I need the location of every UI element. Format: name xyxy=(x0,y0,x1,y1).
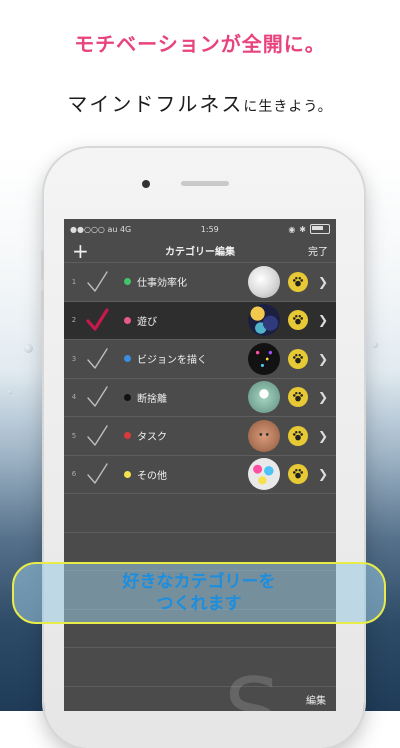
volume-button xyxy=(41,250,44,280)
water-drop xyxy=(8,390,12,394)
battery-icon xyxy=(310,224,330,234)
category-color-dot xyxy=(124,393,131,401)
checkmark-icon[interactable] xyxy=(84,384,110,410)
camera-icon xyxy=(142,180,150,188)
category-label: タスク xyxy=(137,432,167,444)
speaker-grille xyxy=(181,181,229,186)
category-color-dot xyxy=(124,278,131,286)
category-row[interactable]: 5 タスク ❯ xyxy=(64,417,336,456)
paw-icon[interactable] xyxy=(287,271,308,292)
chevron-right-icon[interactable]: ❯ xyxy=(318,429,328,443)
page-title: カテゴリー編集 xyxy=(165,247,235,258)
paw-icon[interactable] xyxy=(287,387,308,408)
category-color-dot xyxy=(124,470,131,478)
water-drop xyxy=(372,342,378,348)
water-drop xyxy=(24,344,33,353)
row-number: 4 xyxy=(71,393,77,402)
category-label: 仕事効率化 xyxy=(137,278,187,290)
paw-icon[interactable] xyxy=(287,348,308,369)
chevron-right-icon[interactable]: ❯ xyxy=(318,313,328,327)
checkmark-icon[interactable] xyxy=(84,307,110,333)
navigation-bar: + カテゴリー編集 完了 xyxy=(64,239,336,263)
category-image[interactable] xyxy=(247,419,280,452)
bottom-toolbar: 編集 xyxy=(64,687,336,711)
bluetooth-icon: ✱ xyxy=(299,224,306,234)
category-color-dot xyxy=(124,432,131,440)
row-number: 3 xyxy=(71,354,77,363)
category-row[interactable]: 6 その他 ❯ xyxy=(64,456,336,494)
status-bar: ●●○○○ au 4G 1:59 ◉ ✱ xyxy=(64,219,336,239)
feature-callout: 好きなカテゴリーを つくれます xyxy=(12,562,386,624)
category-image[interactable] xyxy=(247,381,280,414)
checkmark-icon[interactable] xyxy=(84,423,110,449)
promo-subtitle-main: マインドフルネス xyxy=(67,92,244,116)
callout-line-2: つくれます xyxy=(156,594,242,614)
category-label: 断捨離 xyxy=(137,393,167,405)
category-image[interactable] xyxy=(247,304,280,337)
checkmark-icon[interactable] xyxy=(84,269,110,295)
category-image[interactable] xyxy=(247,265,280,298)
category-label: ビジョンを描く xyxy=(137,355,207,367)
category-label: 遊び xyxy=(137,316,157,328)
row-number: 6 xyxy=(71,470,77,479)
category-row[interactable]: 4 断捨離 ❯ xyxy=(64,379,336,417)
category-image[interactable] xyxy=(247,342,280,375)
app-screen: ●●○○○ au 4G 1:59 ◉ ✱ + カテゴリー編集 完了 1 仕事効率… xyxy=(64,219,336,711)
category-image[interactable] xyxy=(247,458,280,491)
row-number: 5 xyxy=(71,431,77,440)
empty-row xyxy=(64,494,336,533)
volume-button xyxy=(41,290,44,320)
empty-row xyxy=(64,648,336,687)
status-right: ◉ ✱ xyxy=(288,224,330,234)
promo-headline: モチベーションが全開に。 xyxy=(74,32,326,56)
category-color-dot xyxy=(124,316,131,324)
add-category-button[interactable]: + xyxy=(72,241,92,261)
category-row[interactable]: 3 ビジョンを描く ❯ xyxy=(64,340,336,379)
carrier-signal: ●●○○○ au 4G xyxy=(70,224,132,234)
row-number: 1 xyxy=(71,277,77,286)
status-time: 1:59 xyxy=(200,224,219,234)
promo-subtitle: マインドフルネスに生きよう。 xyxy=(0,88,400,117)
row-number: 2 xyxy=(71,316,77,325)
done-button[interactable]: 完了 xyxy=(308,243,328,258)
category-row[interactable]: 2 遊び ❯ xyxy=(64,301,336,340)
callout-line-1: 好きなカテゴリーを xyxy=(122,572,276,592)
paw-icon[interactable] xyxy=(287,425,308,446)
paw-icon[interactable] xyxy=(287,464,308,485)
chevron-right-icon[interactable]: ❯ xyxy=(318,352,328,366)
chevron-right-icon[interactable]: ❯ xyxy=(318,275,328,289)
paw-icon[interactable] xyxy=(287,310,308,331)
edit-button[interactable]: 編集 xyxy=(306,692,326,707)
chevron-right-icon[interactable]: ❯ xyxy=(318,390,328,404)
alarm-icon: ◉ xyxy=(288,224,296,234)
category-row[interactable]: 1 仕事効率化 ❯ xyxy=(64,263,336,302)
promo-subtitle-small: に生きよう。 xyxy=(243,99,333,115)
checkmark-icon[interactable] xyxy=(84,346,110,372)
chevron-right-icon[interactable]: ❯ xyxy=(318,467,328,481)
category-label: その他 xyxy=(137,470,167,482)
category-color-dot xyxy=(124,355,131,363)
checkmark-icon[interactable] xyxy=(84,461,110,487)
